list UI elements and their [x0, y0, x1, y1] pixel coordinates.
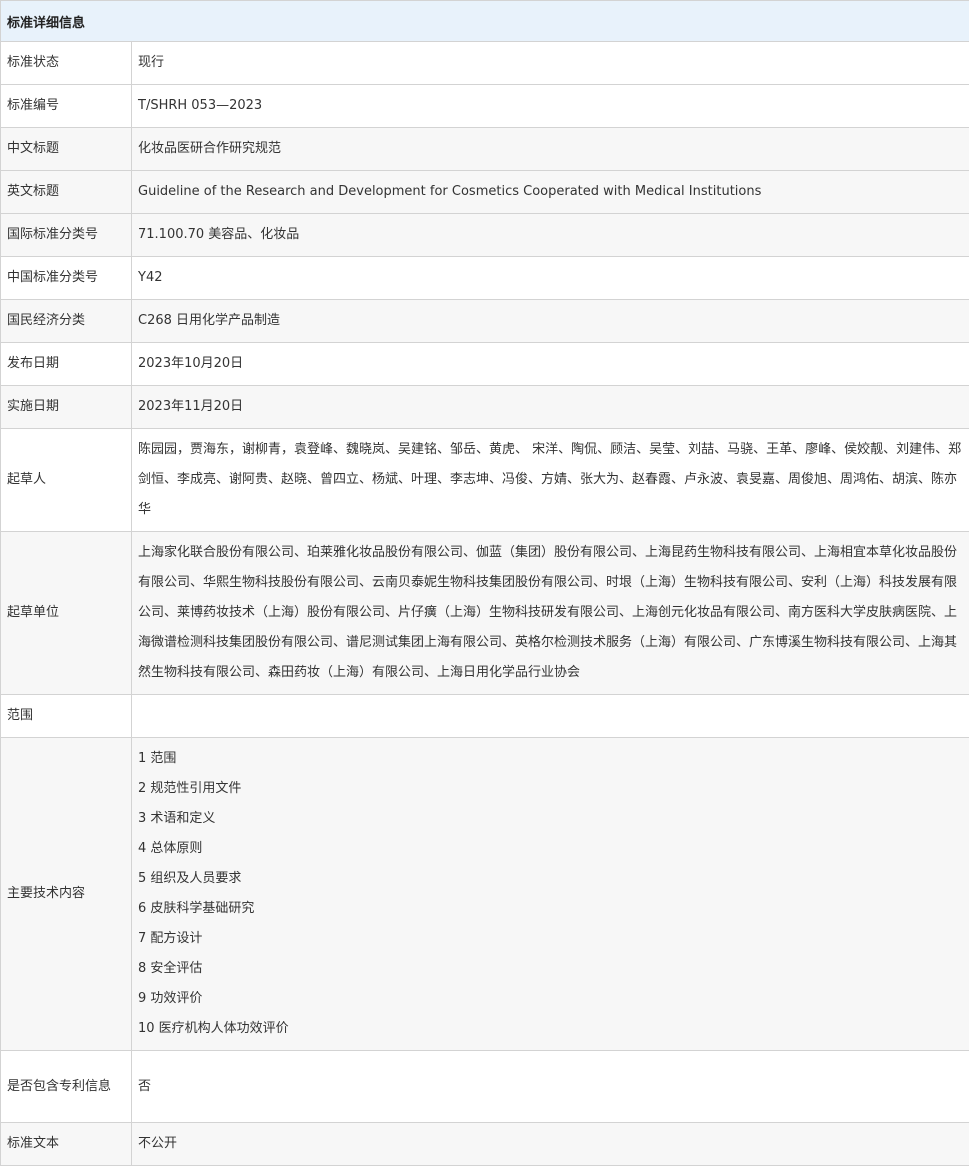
publish-date-value: 2023年10月20日: [132, 343, 969, 386]
table-row: 中文标题 化妆品医研合作研究规范: [1, 128, 969, 171]
table-row: 是否包含专利信息 否: [1, 1051, 969, 1123]
drafters-label: 起草人: [1, 429, 132, 532]
table-row: 实施日期 2023年11月20日: [1, 386, 969, 429]
toc-item: 9 功效评价: [138, 984, 963, 1014]
toc-item: 7 配方设计: [138, 924, 963, 954]
chinese-title-label: 中文标题: [1, 128, 132, 171]
publish-date-label: 发布日期: [1, 343, 132, 386]
toc-item: 5 组织及人员要求: [138, 864, 963, 894]
implement-date-value: 2023年11月20日: [132, 386, 969, 429]
toc-item: 8 安全评估: [138, 954, 963, 984]
ics-value: 71.100.70 美容品、化妆品: [132, 214, 969, 257]
drafters-value: 陈园园，贾海东，谢柳青，袁登峰、魏晓岚、吴建铭、邹岳、黄虎、 宋洋、陶侃、顾洁、…: [132, 429, 969, 532]
economic-classification-value: C268 日用化学产品制造: [132, 300, 969, 343]
scope-label: 范围: [1, 695, 132, 738]
toc-item: 6 皮肤科学基础研究: [138, 894, 963, 924]
table-row: 起草人 陈园园，贾海东，谢柳青，袁登峰、魏晓岚、吴建铭、邹岳、黄虎、 宋洋、陶侃…: [1, 429, 969, 532]
standard-text-label: 标准文本: [1, 1123, 132, 1166]
toc-item: 1 范围: [138, 744, 963, 774]
table-row: 起草单位 上海家化联合股份有限公司、珀莱雅化妆品股份有限公司、伽蓝（集团）股份有…: [1, 532, 969, 695]
table-row: 主要技术内容 1 范围 2 规范性引用文件 3 术语和定义 4 总体原则 5 组…: [1, 738, 969, 1051]
table-header-row: 标准详细信息: [1, 1, 969, 42]
toc-item: 2 规范性引用文件: [138, 774, 963, 804]
chinese-title-value: 化妆品医研合作研究规范: [132, 128, 969, 171]
scope-value: [132, 695, 969, 738]
patent-value: 否: [132, 1051, 969, 1123]
english-title-label: 英文标题: [1, 171, 132, 214]
table-row: 范围: [1, 695, 969, 738]
table-row: 英文标题 Guideline of the Research and Devel…: [1, 171, 969, 214]
english-title-value: Guideline of the Research and Developmen…: [132, 171, 969, 214]
ics-label: 国际标准分类号: [1, 214, 132, 257]
implement-date-label: 实施日期: [1, 386, 132, 429]
table-row: 国际标准分类号 71.100.70 美容品、化妆品: [1, 214, 969, 257]
drafting-units-label: 起草单位: [1, 532, 132, 695]
toc-item: 10 医疗机构人体功效评价: [138, 1014, 963, 1044]
standard-number-label: 标准编号: [1, 85, 132, 128]
status-label: 标准状态: [1, 42, 132, 85]
standard-text-value: 不公开: [132, 1123, 969, 1166]
table-row: 发布日期 2023年10月20日: [1, 343, 969, 386]
table-row: 中国标准分类号 Y42: [1, 257, 969, 300]
toc-item: 3 术语和定义: [138, 804, 963, 834]
patent-label: 是否包含专利信息: [1, 1051, 132, 1123]
standard-number-value: T/SHRH 053—2023: [132, 85, 969, 128]
toc-item: 4 总体原则: [138, 834, 963, 864]
standard-detail-table: 标准详细信息 标准状态 现行 标准编号 T/SHRH 053—2023 中文标题…: [0, 0, 969, 1166]
ccs-label: 中国标准分类号: [1, 257, 132, 300]
drafting-units-value: 上海家化联合股份有限公司、珀莱雅化妆品股份有限公司、伽蓝（集团）股份有限公司、上…: [132, 532, 969, 695]
table-row: 标准编号 T/SHRH 053—2023: [1, 85, 969, 128]
table-title: 标准详细信息: [1, 1, 969, 42]
economic-classification-label: 国民经济分类: [1, 300, 132, 343]
table-row: 国民经济分类 C268 日用化学产品制造: [1, 300, 969, 343]
main-content-list: 1 范围 2 规范性引用文件 3 术语和定义 4 总体原则 5 组织及人员要求 …: [132, 738, 969, 1051]
status-value: 现行: [132, 42, 969, 85]
main-content-label: 主要技术内容: [1, 738, 132, 1051]
table-row: 标准状态 现行: [1, 42, 969, 85]
ccs-value: Y42: [132, 257, 969, 300]
table-row: 标准文本 不公开: [1, 1123, 969, 1166]
